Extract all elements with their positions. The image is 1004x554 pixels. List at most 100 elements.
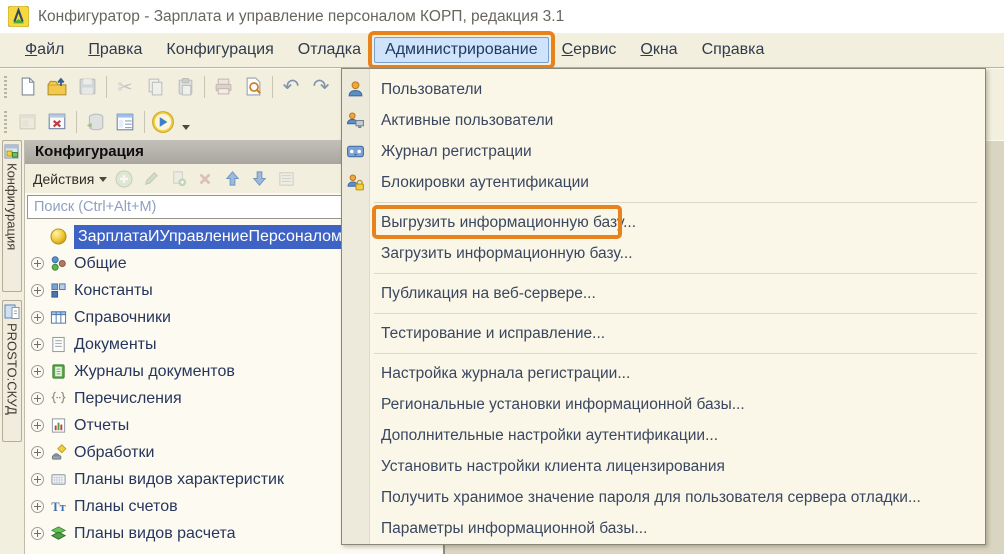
menu-administration-label: Администрирование [385,41,538,58]
charts-of-accounts-icon: Тт [50,498,67,515]
expand-icon[interactable] [31,392,44,405]
edit-button[interactable] [139,167,163,191]
actions-dropdown-icon[interactable] [99,177,107,182]
tree-row-label: Документы [74,336,156,354]
toolbar-separator [76,111,77,133]
expand-icon[interactable] [31,527,44,540]
reports-icon [50,417,67,434]
copy-add-icon [169,169,188,188]
form-window-icon [18,113,37,132]
menu-separator [374,313,977,314]
menu-item-event-log-settings[interactable]: Настройка журнала регистрации... [342,358,985,389]
undo-button[interactable]: ↶ [278,74,304,100]
menu-item-label: Загрузить информационную базу... [381,245,633,263]
debug-dropdown-icon[interactable] [182,125,190,130]
menu-item-label: Выгрузить информационную базу... [381,214,636,232]
menu-item-set-licensing-client-settings[interactable]: Установить настройки клиента лицензирова… [342,451,985,482]
expand-icon[interactable] [31,365,44,378]
menu-item-active-users[interactable]: Активные пользователи [342,105,985,136]
tree-row-label: Обработки [74,444,154,462]
close-window-button[interactable] [44,109,70,135]
configuration-tab-icon [4,144,20,160]
toolbar-grip[interactable] [4,111,7,133]
menu-item-verify-and-repair[interactable]: Тестирование и исправление... [342,318,985,349]
menu-item-registration-log[interactable]: Журнал регистрации [342,136,985,167]
authentication-locks-icon [346,173,365,192]
new-document-button[interactable] [14,74,40,100]
expand-icon[interactable] [31,500,44,513]
menu-item-label: Дополнительные настройки аутентификации.… [381,427,718,445]
start-debugging-button[interactable] [150,109,176,135]
menu-file[interactable]: Файл [14,37,75,63]
toolbar-grip[interactable] [4,76,7,98]
title-bar: Конфигуратор - Зарплата и управление пер… [0,0,1004,33]
expand-icon[interactable] [31,338,44,351]
actions-button-label[interactable]: Действия [33,171,94,187]
paste-button[interactable] [172,74,198,100]
charts-of-calculation-types-icon [50,525,67,542]
enumerations-icon [50,390,67,407]
active-users-icon [346,111,365,130]
expand-icon[interactable] [31,473,44,486]
print-button[interactable] [210,74,236,100]
print-icon [214,77,233,96]
menu-item-get-stored-password[interactable]: Получить хранимое значение пароля для по… [342,482,985,513]
common-icon [50,255,67,272]
side-tab-prosto-skud-label: PROSTO:СКУД [5,323,20,415]
open-button[interactable] [44,74,70,100]
expand-icon[interactable] [31,284,44,297]
charts-of-characteristic-types-icon [50,471,67,488]
move-up-icon [223,169,242,188]
move-down-button[interactable] [247,167,271,191]
move-up-button[interactable] [220,167,244,191]
menu-item-infobase-parameters[interactable]: Параметры информационной базы... [342,513,985,544]
move-down-icon [250,169,269,188]
save-button[interactable] [74,74,100,100]
expand-icon[interactable] [31,419,44,432]
copy-button[interactable] [142,74,168,100]
menu-item-restore-infobase[interactable]: Загрузить информационную базу... [342,238,985,269]
list-button[interactable] [274,167,298,191]
menu-item-users[interactable]: Пользователи [342,74,985,105]
configuration-root-icon [50,228,67,245]
side-tab-configuration[interactable]: Конфигурация [2,140,22,292]
catalogs-icon [50,309,67,326]
menu-edit[interactable]: Правка [77,37,153,63]
menu-service[interactable]: Сервис [551,37,628,63]
expand-icon[interactable] [31,311,44,324]
menu-item-label: Блокировки аутентификации [381,174,589,192]
menu-item-regional-settings[interactable]: Региональные установки информационной ба… [342,389,985,420]
expand-icon[interactable] [31,446,44,459]
print-preview-button[interactable] [240,74,266,100]
table-form-button[interactable] [112,109,138,135]
menu-item-authentication-locks[interactable]: Блокировки аутентификации [342,167,985,198]
administration-menu-popup: Пользователи Активные пользователи Журна… [341,68,986,545]
list-icon [277,169,296,188]
menu-configuration[interactable]: Конфигурация [155,37,284,63]
svg-text:Тт: Тт [51,500,65,514]
expand-icon[interactable] [31,257,44,270]
redo-icon: ↷ [313,77,330,97]
menu-separator [374,353,977,354]
add-icon [114,169,134,189]
menu-item-web-server-publication[interactable]: Публикация на веб-сервере... [342,278,985,309]
document-journals-icon [50,363,67,380]
form-window-button[interactable] [14,109,40,135]
menu-debug[interactable]: Отладка [287,37,372,63]
menu-administration[interactable]: Администрирование [374,37,549,63]
menu-windows[interactable]: Окна [629,37,688,63]
menu-help[interactable]: Справка [691,37,776,63]
cut-button[interactable]: ✂ [112,74,138,100]
menu-item-dump-infobase[interactable]: Выгрузить информационную базу... [342,207,985,238]
table-form-icon [115,112,135,132]
redo-button[interactable]: ↷ [308,74,334,100]
copy-add-button[interactable] [166,167,190,191]
menu-item-additional-authentication-settings[interactable]: Дополнительные настройки аутентификации.… [342,420,985,451]
database-button[interactable] [82,109,108,135]
copy-icon [146,77,165,96]
side-tab-prosto-skud[interactable]: PROSTO:СКУД [2,300,22,442]
delete-button[interactable] [193,167,217,191]
menu-item-label: Пользователи [381,81,482,99]
add-button[interactable] [112,167,136,191]
tree-row-label: Отчеты [74,417,129,435]
